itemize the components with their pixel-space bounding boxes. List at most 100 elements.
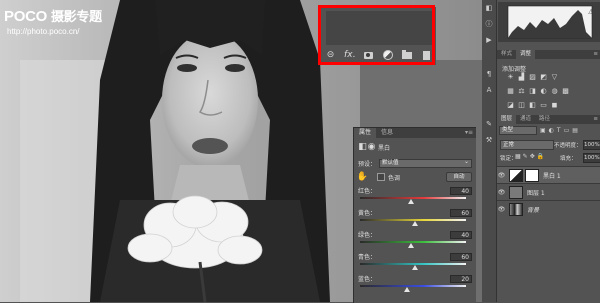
slider-thumb[interactable]	[412, 265, 419, 270]
info-icon[interactable]: ⓘ	[485, 20, 493, 28]
filter-smart-icon[interactable]: ▤	[572, 127, 578, 134]
tab-properties[interactable]: 属性	[354, 128, 377, 138]
slider-label: 青色：	[358, 254, 377, 261]
adjustment-icons-grid: ☀ ▟ ▨ ◩ ▽ ▦ ⚖ ◨ ◐ ◍ ▩ ◪ ◫ ◧ ▭ ◼	[507, 74, 597, 116]
watermark-brand: POCO	[4, 8, 47, 25]
filter-pixel-icon[interactable]: ▣	[540, 127, 546, 134]
watermark-brand-cn: 摄影专题	[50, 9, 102, 24]
preset-row: 预设： 默认值	[358, 158, 472, 168]
posterize-icon[interactable]: ◫	[518, 102, 525, 109]
photo-filter-icon[interactable]: ◐	[540, 88, 547, 95]
layer-row[interactable]: 👁 黑白 1	[497, 166, 600, 183]
tab-layers[interactable]: 图层	[497, 115, 517, 124]
filter-adjustment-icon[interactable]: ◐	[549, 127, 554, 134]
slider-value-input[interactable]: 60	[450, 208, 472, 217]
properties-panel: 属性 信息 ▾≡ ◧ ◉ 黑白 预设： 默认值 ✋ 色调 自动 红色： 40 黄色：…	[353, 127, 476, 303]
slider-track[interactable]	[360, 285, 466, 287]
slider-row: 黄色： 60	[358, 208, 472, 217]
collapsed-panel-strip: ◧ ⓘ ▶ ¶ A ✎ ⚒	[482, 0, 497, 302]
layer-name: 黑白 1	[543, 172, 561, 180]
slider-value-input[interactable]: 20	[450, 274, 472, 283]
tab-styles[interactable]: 样式	[497, 50, 516, 59]
slider-thumb[interactable]	[403, 287, 410, 292]
slider-label: 绿色：	[358, 232, 377, 239]
layers-tabs: 图层 通道 路径 ≡	[497, 115, 600, 124]
actions-icon[interactable]: ▶	[485, 36, 493, 44]
layer-row[interactable]: 👁 背景	[497, 200, 600, 217]
slider-thumb[interactable]	[412, 221, 419, 226]
paragraph-icon[interactable]: ¶	[485, 70, 493, 78]
brightness-icon[interactable]: ☀	[507, 74, 514, 81]
mask-icon[interactable]: ◉	[367, 142, 376, 152]
adjustment-name: 黑白	[378, 144, 391, 152]
watermark-url: http://photo.poco.cn/	[7, 27, 80, 36]
gradient-map-icon[interactable]: ▭	[540, 102, 547, 109]
black-white-icon[interactable]: ◨	[529, 88, 536, 95]
layer-mask-thumbnail[interactable]	[525, 168, 539, 182]
tab-paths[interactable]: 路径	[535, 115, 554, 124]
fill-input[interactable]: 100%	[583, 153, 600, 163]
color-balance-icon[interactable]: ⚖	[518, 88, 525, 95]
slider-row: 红色： 40	[358, 186, 472, 195]
layer-row[interactable]: 👁 图层 1	[497, 183, 600, 200]
layers-panel-menu-icon[interactable]: ≡	[593, 115, 598, 124]
slider-label: 黄色：	[358, 210, 377, 217]
slider-label: 红色：	[358, 188, 377, 195]
filter-type-icon[interactable]: T	[557, 127, 561, 134]
exposure-icon[interactable]: ◩	[540, 74, 547, 81]
curves-icon[interactable]: ▨	[529, 74, 536, 81]
levels-icon[interactable]: ▟	[518, 74, 525, 81]
adjustments-tabs: 样式 调整 ≡	[497, 50, 600, 59]
svg-text:⚠: ⚠	[588, 8, 595, 16]
opacity-input[interactable]: 100%	[583, 140, 600, 150]
opacity-label: 不透明度：	[554, 143, 582, 149]
targeted-adjustment-hand-icon[interactable]: ✋	[357, 172, 368, 182]
slider-value-input[interactable]: 40	[450, 186, 472, 195]
channel-mixer-icon[interactable]: ◍	[551, 88, 558, 95]
character-icon[interactable]: A	[485, 86, 493, 94]
histogram-panel: ⚠	[498, 2, 600, 42]
highlight-box	[318, 5, 435, 65]
slider-value-input[interactable]: 40	[450, 230, 472, 239]
tint-label: 色调	[388, 174, 401, 182]
properties-tabs: 属性 信息 ▾≡	[354, 128, 476, 138]
preset-label: 预设：	[358, 161, 377, 168]
selective-color-icon[interactable]: ◼	[551, 102, 558, 109]
slider-value-input[interactable]: 60	[450, 252, 472, 261]
layer-name: 背景	[527, 206, 540, 214]
layer-thumbnail	[509, 185, 523, 199]
adjust-panel-menu-icon[interactable]: ≡	[593, 50, 598, 59]
tab-adjustments[interactable]: 调整	[516, 50, 536, 59]
layer-thumbnail	[509, 168, 523, 182]
tab-channels[interactable]: 通道	[516, 115, 535, 124]
lock-icons[interactable]: ▦✎✥🔒	[515, 153, 546, 160]
preset-dropdown[interactable]: 默认值	[379, 158, 472, 168]
tab-info[interactable]: 信息	[376, 128, 398, 138]
invert-icon[interactable]: ◪	[507, 102, 514, 109]
brush-icon[interactable]: ✎	[485, 120, 493, 128]
layer-name: 图层 1	[527, 189, 545, 197]
slider-thumb[interactable]	[407, 243, 414, 248]
history-icon[interactable]: ◧	[485, 4, 493, 12]
auto-button[interactable]: 自动	[446, 172, 472, 182]
layer-filter-bar: 类型 ▣ ◐ T ▭ ▤	[497, 125, 600, 135]
panel-menu-icon[interactable]: ▾≡	[465, 128, 473, 138]
visibility-eye-icon[interactable]: 👁	[497, 172, 506, 179]
color-lookup-icon[interactable]: ▩	[562, 88, 569, 95]
visibility-eye-icon[interactable]: 👁	[497, 206, 506, 213]
hue-saturation-icon[interactable]: ▦	[507, 88, 514, 95]
tool-presets-icon[interactable]: ⚒	[485, 136, 493, 144]
threshold-icon[interactable]: ◧	[529, 102, 536, 109]
slider-row: 蓝色： 20	[358, 274, 472, 283]
filter-shape-icon[interactable]: ▭	[564, 127, 570, 134]
kind-filter-dropdown[interactable]: 类型	[499, 125, 537, 135]
right-dock	[482, 0, 600, 302]
add-adjustment-label: 添加调整	[502, 66, 527, 73]
slider-label: 蓝色：	[358, 276, 377, 283]
visibility-eye-icon[interactable]: 👁	[497, 189, 506, 196]
blend-mode-dropdown[interactable]: 正常	[500, 140, 554, 150]
layer-thumbnail	[509, 202, 523, 216]
tint-checkbox[interactable]	[377, 173, 385, 181]
slider-thumb[interactable]	[407, 199, 414, 204]
vibrance-icon[interactable]: ▽	[551, 74, 558, 81]
